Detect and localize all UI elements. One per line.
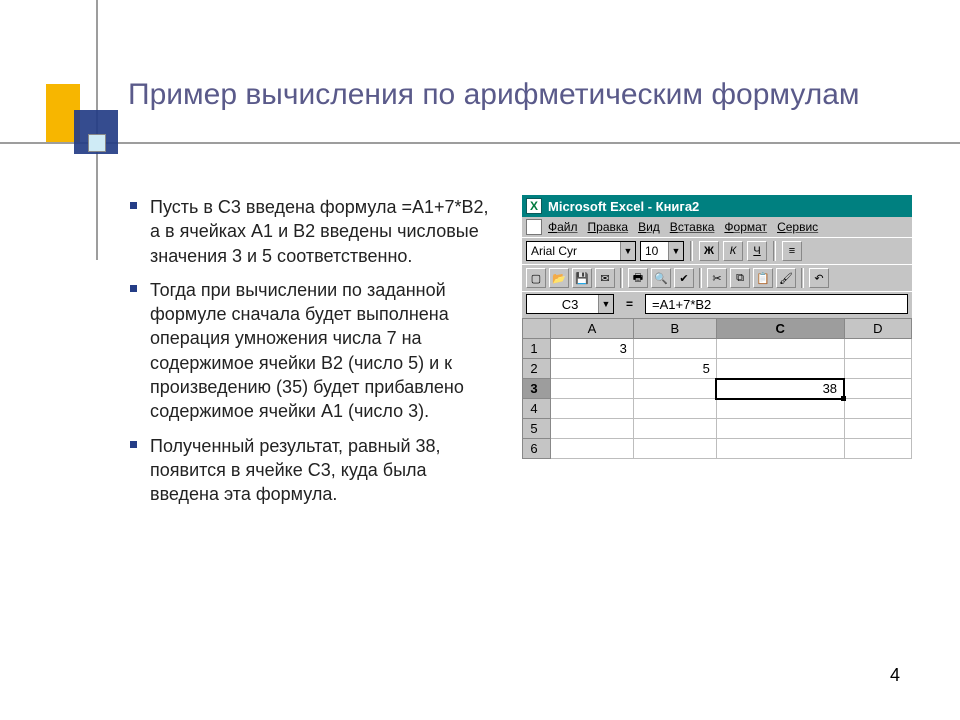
chevron-down-icon: ▼ — [598, 295, 613, 313]
select-all-corner[interactable] — [523, 319, 551, 339]
col-header-b[interactable]: B — [633, 319, 716, 339]
cut-icon[interactable]: ✂ — [707, 268, 727, 288]
slide-decoration — [24, 64, 134, 174]
save-icon[interactable]: 💾 — [572, 268, 592, 288]
document-icon — [526, 219, 542, 235]
slide-title: Пример вычисления по арифметическим форм… — [128, 76, 888, 114]
row-header-6[interactable]: 6 — [523, 439, 551, 459]
spellcheck-icon[interactable]: ✔ — [674, 268, 694, 288]
cell-d2[interactable] — [844, 359, 911, 379]
print-icon[interactable]: 🖶 — [628, 268, 648, 288]
cell-a6[interactable] — [551, 439, 634, 459]
toolbar-separator — [773, 241, 776, 261]
row-header-2[interactable]: 2 — [523, 359, 551, 379]
row-header-1[interactable]: 1 — [523, 339, 551, 359]
cell-b4[interactable] — [633, 399, 716, 419]
cell-b3[interactable] — [633, 379, 716, 399]
menu-file[interactable]: Файл — [548, 220, 578, 234]
cell-a3[interactable] — [551, 379, 634, 399]
cell-d4[interactable] — [844, 399, 911, 419]
menu-edit[interactable]: Правка — [588, 220, 629, 234]
cell-d5[interactable] — [844, 419, 911, 439]
row-header-5[interactable]: 5 — [523, 419, 551, 439]
cell-c5[interactable] — [716, 419, 844, 439]
font-size-combo[interactable]: 10 ▼ — [640, 241, 684, 261]
excel-formula-bar: C3 ▼ = =A1+7*B2 — [522, 291, 912, 318]
menu-insert[interactable]: Вставка — [670, 220, 715, 234]
excel-window-title: Microsoft Excel - Книга2 — [548, 199, 699, 214]
col-header-d[interactable]: D — [844, 319, 911, 339]
row-header-4[interactable]: 4 — [523, 399, 551, 419]
toolbar-separator — [690, 241, 693, 261]
col-header-c[interactable]: C — [716, 319, 844, 339]
chevron-down-icon: ▼ — [620, 242, 635, 260]
cell-c3[interactable]: 38 — [716, 379, 844, 399]
font-size: 10 — [645, 244, 658, 258]
menu-format[interactable]: Формат — [724, 220, 767, 234]
underline-button[interactable]: Ч — [747, 241, 767, 261]
open-icon[interactable]: 📂 — [549, 268, 569, 288]
copy-icon[interactable]: ⧉ — [730, 268, 750, 288]
page-number: 4 — [890, 665, 900, 686]
cell-c6[interactable] — [716, 439, 844, 459]
cell-d3[interactable] — [844, 379, 911, 399]
excel-logo-icon: X — [526, 198, 542, 214]
toolbar-separator — [620, 268, 623, 288]
mail-icon[interactable]: ✉ — [595, 268, 615, 288]
bullet-item: Тогда при вычислении по заданной формуле… — [128, 278, 498, 424]
bullet-list: Пусть в C3 введена формула =А1+7*В2, а в… — [128, 195, 498, 517]
bullet-item: Полученный результат, равный 38, появитс… — [128, 434, 498, 507]
preview-icon[interactable]: 🔍 — [651, 268, 671, 288]
excel-standard-toolbar: ▢ 📂 💾 ✉ 🖶 🔍 ✔ ✂ ⧉ 📋 🖌 ↶ — [522, 264, 912, 291]
cell-a2[interactable] — [551, 359, 634, 379]
cell-d1[interactable] — [844, 339, 911, 359]
name-box[interactable]: C3 ▼ — [526, 294, 614, 314]
toolbar-separator — [699, 268, 702, 288]
cell-c4[interactable] — [716, 399, 844, 419]
cell-a4[interactable] — [551, 399, 634, 419]
excel-grid: A B C D 1 3 2 5 — [522, 318, 912, 459]
toolbar-separator — [801, 268, 804, 288]
undo-icon[interactable]: ↶ — [809, 268, 829, 288]
cell-b1[interactable] — [633, 339, 716, 359]
cell-d6[interactable] — [844, 439, 911, 459]
excel-format-toolbar: Arial Cyr ▼ 10 ▼ Ж К Ч ≡ — [522, 237, 912, 264]
row-header-3[interactable]: 3 — [523, 379, 551, 399]
cell-b6[interactable] — [633, 439, 716, 459]
excel-screenshot: X Microsoft Excel - Книга2 Файл Правка В… — [522, 195, 912, 517]
formula-input[interactable]: =A1+7*B2 — [645, 294, 908, 314]
font-combo[interactable]: Arial Cyr ▼ — [526, 241, 636, 261]
menu-tools[interactable]: Сервис — [777, 220, 818, 234]
equals-label: = — [622, 297, 637, 311]
excel-title-bar: X Microsoft Excel - Книга2 — [522, 195, 912, 217]
name-box-value: C3 — [562, 297, 579, 312]
col-header-a[interactable]: A — [551, 319, 634, 339]
cell-a5[interactable] — [551, 419, 634, 439]
excel-menu-bar: Файл Правка Вид Вставка Формат Сервис — [522, 217, 912, 237]
align-button[interactable]: ≡ — [782, 241, 802, 261]
new-icon[interactable]: ▢ — [526, 268, 546, 288]
paste-icon[interactable]: 📋 — [753, 268, 773, 288]
cell-c1[interactable] — [716, 339, 844, 359]
formula-text: =A1+7*B2 — [652, 297, 711, 312]
chevron-down-icon: ▼ — [668, 242, 683, 260]
font-name: Arial Cyr — [531, 244, 577, 258]
format-painter-icon[interactable]: 🖌 — [776, 268, 796, 288]
cell-b2[interactable]: 5 — [633, 359, 716, 379]
bold-button[interactable]: Ж — [699, 241, 719, 261]
bullet-item: Пусть в C3 введена формула =А1+7*В2, а в… — [128, 195, 498, 268]
cell-a1[interactable]: 3 — [551, 339, 634, 359]
italic-button[interactable]: К — [723, 241, 743, 261]
cell-b5[interactable] — [633, 419, 716, 439]
cell-c2[interactable] — [716, 359, 844, 379]
menu-view[interactable]: Вид — [638, 220, 660, 234]
